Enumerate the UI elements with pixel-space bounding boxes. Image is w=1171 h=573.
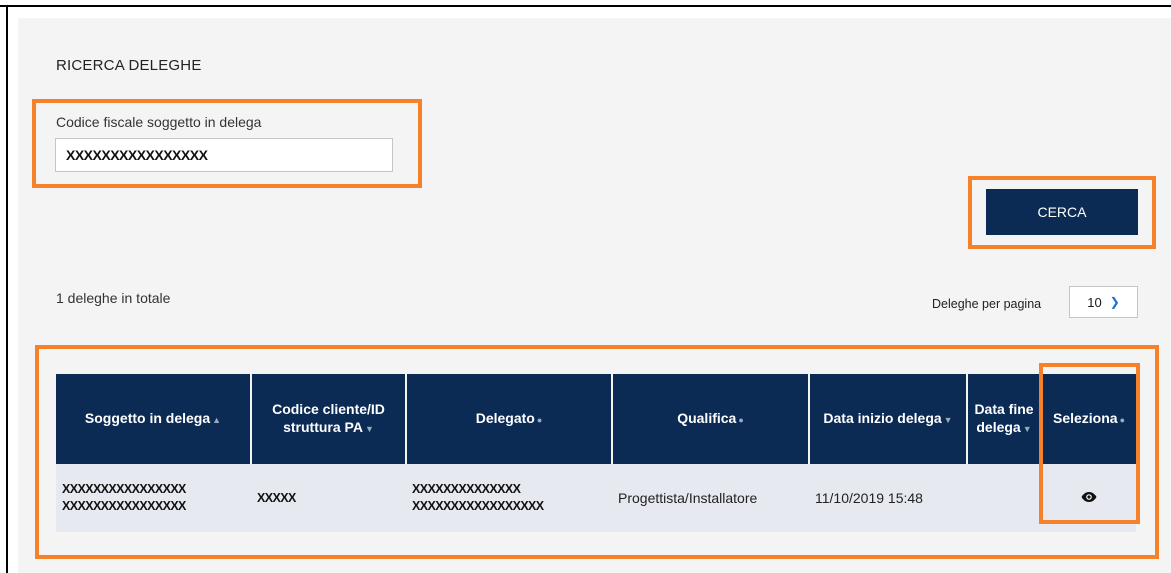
cell-seleziona[interactable]: [1041, 464, 1136, 532]
chevron-down-icon: ❯: [1109, 295, 1120, 309]
deleghe-table: Soggetto in delega ▲ Codice cliente/ID st…: [56, 374, 1136, 532]
cell-soggetto: XXXXXXXXXXXXXXXX XXXXXXXXXXXXXXXX: [56, 464, 251, 532]
column-header-seleziona[interactable]: Seleziona ●: [1041, 374, 1136, 464]
sort-icon: ▼: [1022, 424, 1032, 434]
cell-data-fine: [967, 464, 1041, 532]
column-header-data-inizio[interactable]: Data inizio delega ▼: [809, 374, 968, 464]
sort-icon: ▼: [943, 415, 953, 425]
per-page-label: Deleghe per pagina: [932, 297, 1042, 311]
column-header-qualifica[interactable]: Qualifica ●: [612, 374, 810, 464]
cell-codice: XXXXX: [251, 464, 406, 532]
sort-icon: ▲: [212, 415, 222, 425]
cell-qualifica: Progettista/Installatore: [612, 464, 809, 532]
cerca-button[interactable]: CERCA: [986, 189, 1138, 235]
sort-icon: ●: [738, 415, 744, 425]
per-page-value: 10: [1087, 294, 1102, 310]
column-header-codice[interactable]: Codice cliente/ID struttura PA ▼: [251, 374, 407, 464]
sort-icon: ▼: [364, 424, 374, 434]
frame-border-left: [6, 5, 8, 573]
column-header-delegato[interactable]: Delegato ●: [406, 374, 613, 464]
page-title: RICERCA DELEGHE: [56, 57, 202, 74]
column-header-data-fine[interactable]: Data fine delega ▼: [967, 374, 1042, 464]
frame-border-top: [0, 5, 1171, 7]
table-row: XXXXXXXXXXXXXXXX XXXXXXXXXXXXXXXX XXXXX …: [56, 464, 1136, 532]
sort-icon: ●: [1119, 415, 1126, 425]
cell-data-inizio: 11/10/2019 15:48: [809, 464, 967, 532]
eye-icon[interactable]: [1081, 491, 1097, 503]
column-header-soggetto[interactable]: Soggetto in delega ▲: [56, 374, 252, 464]
codice-fiscale-label: Codice fiscale soggetto in delega: [56, 114, 262, 130]
results-total: 1 deleghe in totale: [56, 290, 171, 306]
sort-icon: ●: [536, 415, 543, 425]
codice-fiscale-input[interactable]: [55, 138, 393, 172]
table-header-row: Soggetto in delega ▲ Codice cliente/ID st…: [56, 374, 1136, 464]
per-page-select[interactable]: 10 ❯: [1069, 286, 1138, 318]
cell-delegato: XXXXXXXXXXXXXX XXXXXXXXXXXXXXXXX: [406, 464, 612, 532]
